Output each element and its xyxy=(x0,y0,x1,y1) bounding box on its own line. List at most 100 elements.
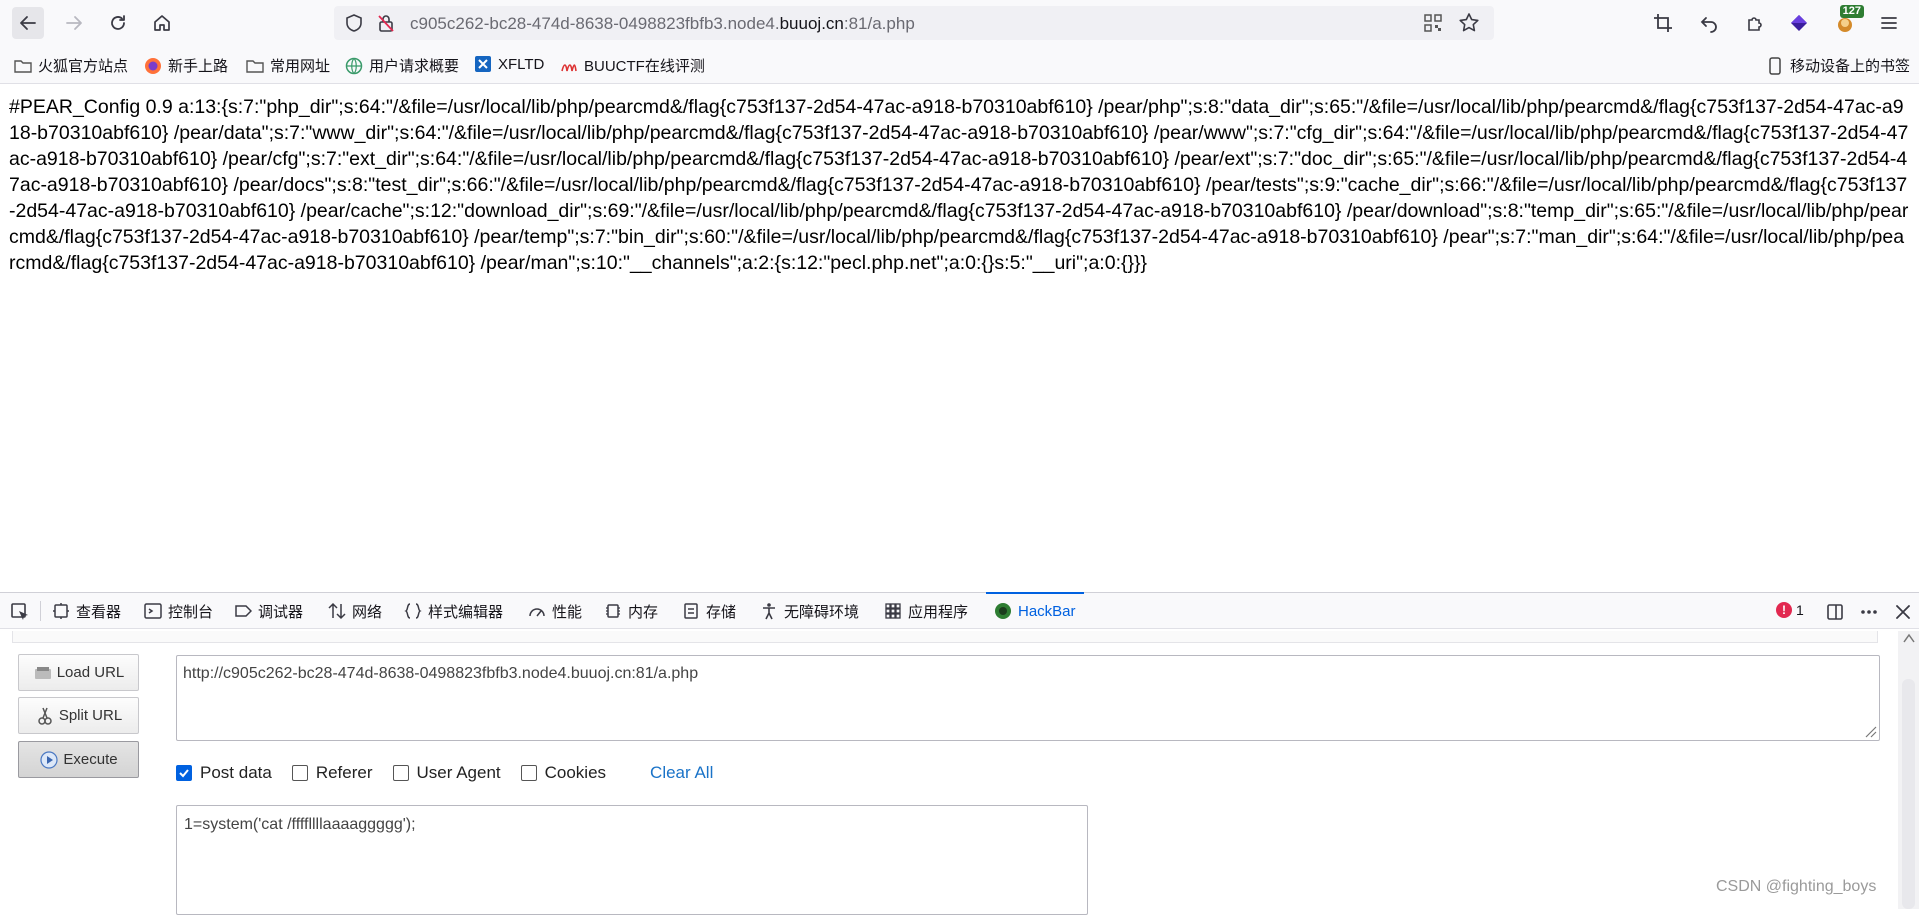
hackbar-menu-strip xyxy=(12,631,1878,643)
mobile-bookmarks-label: 移动设备上的书签 xyxy=(1790,58,1911,75)
accessibility-icon xyxy=(760,602,778,620)
resize-grip-icon[interactable] xyxy=(1863,724,1877,738)
load-url-button[interactable]: Load URL xyxy=(18,654,139,691)
folder-icon xyxy=(246,57,264,75)
dock-side-button[interactable] xyxy=(1824,601,1846,623)
cookies-checkbox[interactable]: Cookies xyxy=(520,763,607,783)
cube-icon xyxy=(1791,15,1807,31)
forward-button[interactable] xyxy=(58,7,90,39)
tab-debugger[interactable]: 调试器 xyxy=(234,593,303,629)
folder-icon xyxy=(14,57,32,75)
arrow-right-icon xyxy=(66,16,82,30)
buuctf-icon xyxy=(560,57,578,75)
bookmark-item-xfltd[interactable]: XFLTD xyxy=(474,55,544,73)
reload-button[interactable] xyxy=(102,7,134,39)
console-error-badge[interactable]: ! 1 xyxy=(1776,602,1804,618)
tab-performance[interactable]: 性能 xyxy=(528,593,582,629)
close-icon xyxy=(1896,605,1910,619)
hamburger-menu-icon xyxy=(1881,17,1897,29)
crop-icon xyxy=(1654,14,1672,32)
extensions-button[interactable] xyxy=(1740,8,1770,38)
element-picker-icon[interactable] xyxy=(10,602,30,622)
referer-checkbox[interactable]: Referer xyxy=(291,763,373,783)
tab-label: 存储 xyxy=(706,603,737,621)
back-button[interactable] xyxy=(12,7,44,39)
devtools-panel: 查看器 控制台 调试器 网络 样式编辑器 性能 内存 存储 无障碍环境 应用程序… xyxy=(0,592,1919,915)
page-text: #PEAR_Config 0.9 a:13:{s:7:"php_dir";s:6… xyxy=(9,96,1909,274)
home-icon xyxy=(154,15,170,31)
post-data-value: 1=system('cat /ffffllllaaaaggggg'); xyxy=(184,816,416,833)
tab-style-editor[interactable]: 样式编辑器 xyxy=(404,593,503,629)
extension-badge: 127 xyxy=(1839,5,1864,18)
mobile-bookmarks[interactable]: 移动设备上的书签 xyxy=(1766,55,1910,76)
tab-inspector[interactable]: 查看器 xyxy=(52,593,121,629)
hackbar-options: Post data Referer User Agent Cookies Cle… xyxy=(176,762,713,784)
bookmark-item-getting-started[interactable]: 新手上路 xyxy=(144,55,228,76)
user-agent-checkbox[interactable]: User Agent xyxy=(392,763,501,783)
watermark: CSDN @fighting_boys xyxy=(1716,878,1877,895)
crop-button[interactable] xyxy=(1648,8,1678,38)
insecure-lock-icon[interactable] xyxy=(376,13,396,33)
tab-label: 调试器 xyxy=(258,603,304,621)
reload-icon xyxy=(111,15,125,30)
shield-icon[interactable] xyxy=(344,13,364,33)
url-text[interactable]: c905c262-bc28-474d-8638-0498823fbfb3.nod… xyxy=(410,14,915,34)
tab-storage[interactable]: 存储 xyxy=(682,593,736,629)
url-prefix: c905c262-bc28-474d-8638-0498823fbfb3.nod… xyxy=(410,14,780,33)
execute-label: Execute xyxy=(63,751,118,768)
url-bar[interactable]: c905c262-bc28-474d-8638-0498823fbfb3.nod… xyxy=(334,6,1494,40)
tab-hackbar[interactable]: HackBar xyxy=(986,592,1084,628)
bookmark-label: 用户请求概要 xyxy=(369,58,460,75)
undo-button[interactable] xyxy=(1694,8,1724,38)
split-url-button[interactable]: Split URL xyxy=(18,697,139,734)
execute-button[interactable]: Execute xyxy=(18,741,139,778)
tab-memory[interactable]: 内存 xyxy=(604,593,658,629)
close-devtools-button[interactable] xyxy=(1892,601,1914,623)
url-domain: buuoj.cn xyxy=(779,14,844,33)
load-url-label: Load URL xyxy=(56,664,125,681)
memory-icon xyxy=(604,602,622,620)
load-icon xyxy=(33,663,53,683)
tab-console[interactable]: 控制台 xyxy=(144,593,213,629)
profile-extension-button[interactable]: 127 xyxy=(1830,5,1864,38)
user-agent-label: User Agent xyxy=(416,763,501,782)
error-icon: ! xyxy=(1776,602,1792,618)
bookmark-star-icon[interactable] xyxy=(1458,12,1480,34)
tab-application[interactable]: 应用程序 xyxy=(884,593,968,629)
tab-network[interactable]: 网络 xyxy=(328,593,382,629)
performance-icon xyxy=(528,602,546,620)
checkbox-icon xyxy=(291,765,308,781)
firefox-icon xyxy=(144,57,162,75)
bookmark-item-buuctf[interactable]: BUUCTF在线评测 xyxy=(560,55,705,76)
home-button[interactable] xyxy=(146,7,178,39)
tab-label: 应用程序 xyxy=(908,603,969,621)
tab-label: 控制台 xyxy=(168,603,214,621)
debugger-icon xyxy=(234,602,252,620)
play-icon xyxy=(39,750,59,770)
post-data-input[interactable]: 1=system('cat /ffffllllaaaaggggg'); xyxy=(176,805,1088,915)
referer-label: Referer xyxy=(315,763,373,782)
bookmark-item-common-sites[interactable]: 常用网址 xyxy=(246,55,330,76)
qr-code-icon[interactable] xyxy=(1424,14,1442,32)
tab-label: 内存 xyxy=(628,603,659,621)
url-input[interactable]: http://c905c262-bc28-474d-8638-0498823fb… xyxy=(176,655,1880,741)
bookmark-label: XFLTD xyxy=(498,55,545,73)
menu-button[interactable] xyxy=(1874,8,1904,38)
hackbar-icon xyxy=(994,602,1012,620)
tab-accessibility[interactable]: 无障碍环境 xyxy=(760,593,859,629)
url-suffix: :81/a.php xyxy=(843,14,915,33)
bookmark-item-user-requests[interactable]: 用户请求概要 xyxy=(345,55,459,76)
scrollbar-thumb[interactable] xyxy=(1902,679,1915,909)
tab-label: 网络 xyxy=(352,603,383,621)
clear-all-link[interactable]: Clear All xyxy=(650,763,713,783)
checkbox-checked-icon xyxy=(176,765,192,781)
console-icon xyxy=(144,602,162,620)
tab-label: 无障碍环境 xyxy=(784,603,860,621)
bookmark-item-firefox-site[interactable]: 火狐官方站点 xyxy=(14,55,128,76)
hackbar-extension-button[interactable] xyxy=(1784,8,1814,38)
cookies-label: Cookies xyxy=(544,763,607,782)
scroll-up-arrow-icon[interactable] xyxy=(1903,633,1915,643)
devtools-options-button[interactable] xyxy=(1858,601,1880,623)
checkbox-icon xyxy=(520,765,537,781)
post-data-checkbox[interactable]: Post data xyxy=(176,763,272,783)
